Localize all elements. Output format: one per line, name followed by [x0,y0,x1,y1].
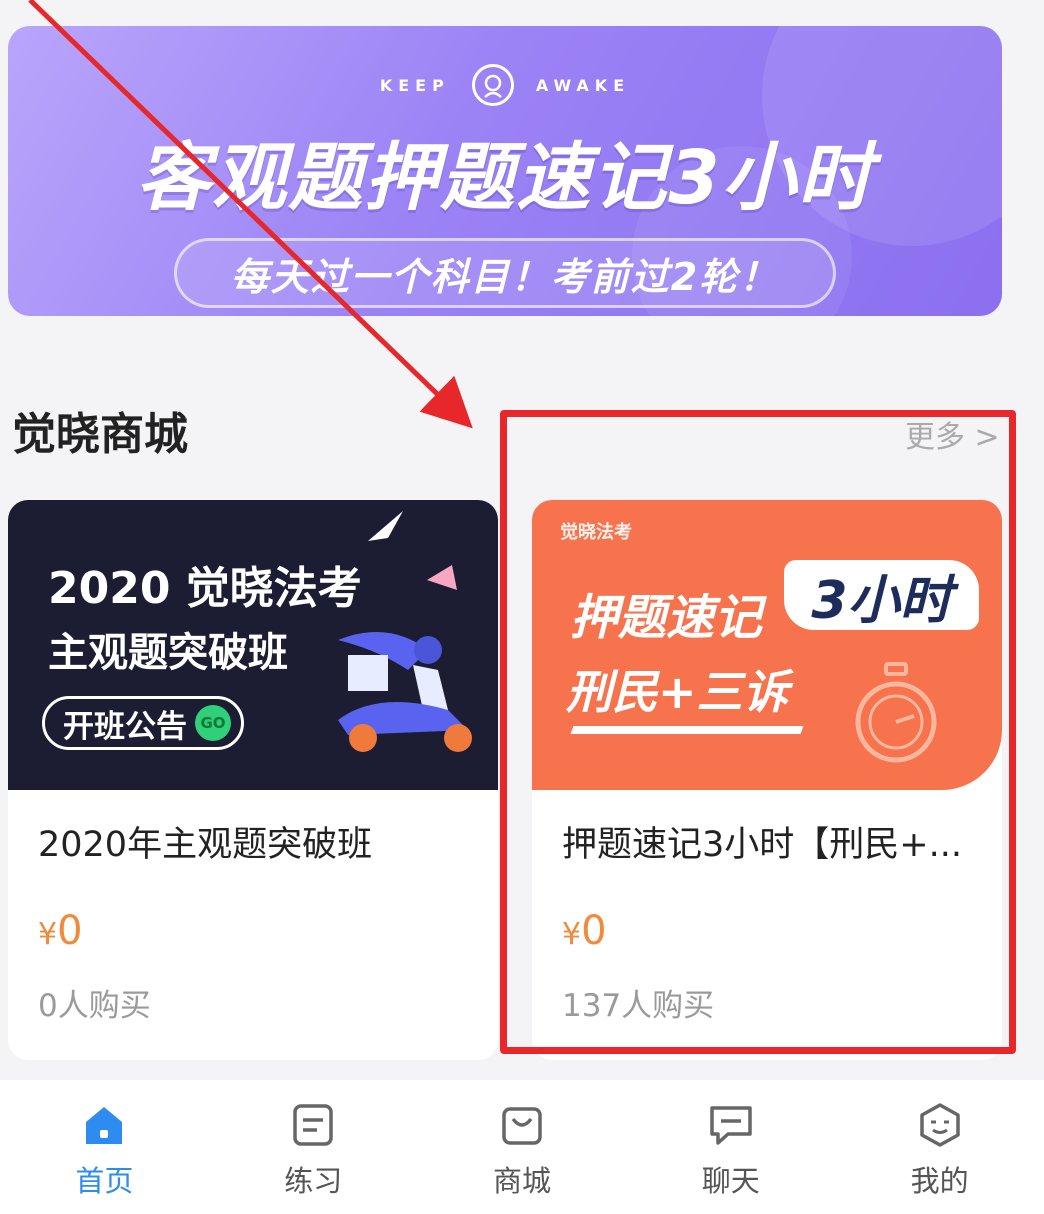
banner-brand-right: AWAKE [535,75,631,95]
product-image: 觉晓法考 押题速记 3小时 刑民+三诉 [532,500,1002,790]
profile-icon [915,1100,965,1150]
section-title: 觉晓商城 [12,409,188,460]
product-image-subtitle: 主观题突破班 [48,630,288,676]
product-image-brand: 觉晓法考 [560,522,632,543]
stopwatch-icon [855,662,937,763]
announcement-badge: 开班公告 GO [42,696,244,750]
go-badge: GO [195,705,231,741]
confetti-icon [368,511,403,541]
product-card[interactable]: 2020 觉晓法考 主观题突破班 开班公告 GO 2020年主观题突破班 ¥0 … [8,500,498,1060]
bottom-tab-bar: 首页 练习 商城 聊天 我的 [0,1080,1044,1214]
tab-profile[interactable]: 我的 [835,1080,1044,1214]
product-name: 2020年主观题突破班 [38,825,373,865]
shop-bag-icon [497,1100,547,1150]
tab-label: 商城 [492,1164,551,1198]
tab-practice[interactable]: 练习 [209,1080,418,1214]
product-image-title: 2020 觉晓法考 [48,563,362,614]
banner-title: 客观题押题速记3小时 [136,135,874,221]
product-name: 押题速记3小时【刑民+... [562,825,962,865]
currency-symbol: ¥ [38,917,58,952]
tab-label: 我的 [910,1164,969,1198]
banner-subtitle: 每天过一个科目！考前过2轮！ [174,238,836,308]
practice-icon [288,1100,338,1150]
tab-chat[interactable]: 聊天 [626,1080,835,1214]
product-price: ¥0 [562,908,607,954]
buyer-count: 0人购买 [38,988,151,1024]
scooter-rider-icon [338,632,472,752]
price-value: 0 [57,908,83,954]
product-image-title: 押题速记 [570,590,763,646]
home-icon [79,1100,129,1150]
tab-label: 聊天 [701,1164,760,1198]
banner-brand: KEEP AWAKE [8,64,1002,106]
banner-brand-left: KEEP [379,75,450,95]
tab-label: 首页 [75,1164,134,1198]
more-link[interactable]: 更多 > [905,412,1000,456]
buyer-count: 137人购买 [562,988,715,1024]
confetti-icon [427,565,457,590]
product-image-hours: 3小时 [784,560,979,631]
product-image-subtitle: 刑民+三诉 [566,665,789,719]
price-value: 0 [581,908,607,954]
announcement-label: 开班公告 [63,708,187,745]
product-price: ¥0 [38,908,83,954]
chat-icon [706,1100,756,1150]
product-card[interactable]: 觉晓法考 押题速记 3小时 刑民+三诉 押题速记3小时【刑民+... ¥0 13… [532,500,1002,1060]
tab-label: 练习 [284,1164,343,1198]
product-image: 2020 觉晓法考 主观题突破班 开班公告 GO [8,500,498,790]
keep-awake-logo-icon [471,64,514,106]
promo-banner[interactable]: KEEP AWAKE 客观题押题速记3小时 每天过一个科目！考前过2轮！ [8,26,1002,316]
currency-symbol: ¥ [562,917,582,952]
tab-shop[interactable]: 商城 [418,1080,627,1214]
tab-home[interactable]: 首页 [0,1080,209,1214]
image-underline [570,726,804,734]
